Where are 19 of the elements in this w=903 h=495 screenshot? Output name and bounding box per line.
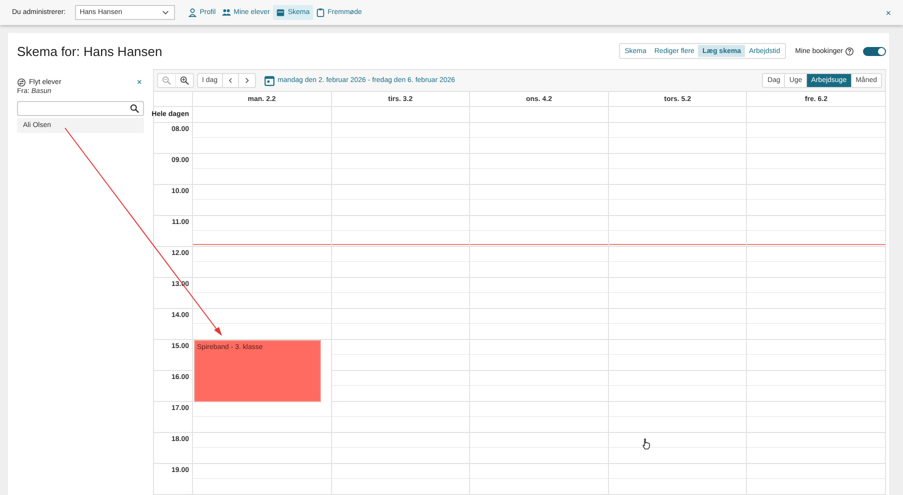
chevron-right-icon <box>242 76 251 85</box>
close-button[interactable]: × <box>136 77 142 87</box>
toggle-switch[interactable] <box>863 46 886 56</box>
person-icon <box>188 8 197 17</box>
search-icon <box>130 104 139 113</box>
calendar-icon <box>264 75 275 86</box>
close-button[interactable]: × <box>886 8 891 18</box>
search-field[interactable] <box>17 101 144 116</box>
move-icon <box>17 78 26 86</box>
page-title: Skema for: Hans Hansen <box>17 44 162 58</box>
zoom-in-icon <box>180 76 189 85</box>
calendar-icon <box>276 8 285 17</box>
clipboard-icon <box>316 8 325 17</box>
cursor-icon <box>642 438 651 450</box>
chevron-left-icon <box>226 76 234 85</box>
help-icon <box>845 46 854 56</box>
group-icon <box>222 8 231 17</box>
zoom-out-icon <box>162 76 171 85</box>
chevron-icon <box>160 8 170 17</box>
